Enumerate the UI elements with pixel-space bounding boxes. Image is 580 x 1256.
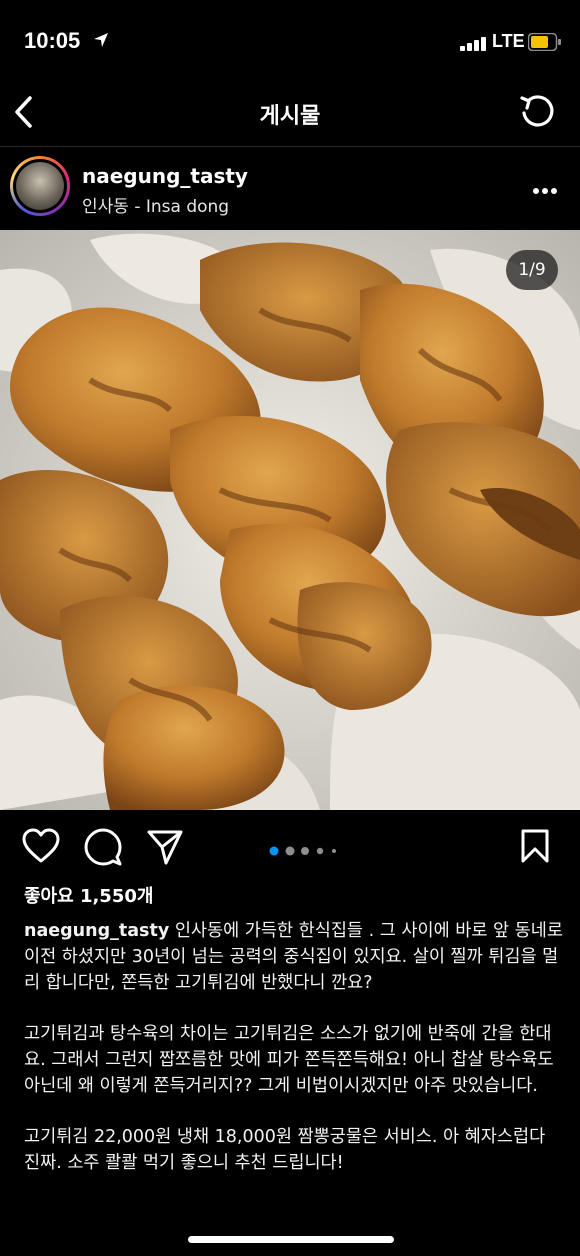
caption-username[interactable]: naegung_tasty <box>24 921 169 941</box>
avatar[interactable] <box>10 156 70 216</box>
home-indicator[interactable] <box>188 1236 394 1243</box>
comment-icon[interactable] <box>84 828 122 870</box>
navigation-bar: 게시물 <box>0 80 580 144</box>
status-time: 10:05 <box>24 28 81 53</box>
signal-bars-icon <box>460 36 488 55</box>
location-arrow-icon <box>92 31 110 53</box>
status-bar: 10:05 LTE <box>0 0 580 80</box>
bookmark-icon[interactable] <box>520 828 550 868</box>
image-counter: 1/9 <box>506 250 558 290</box>
caption-paragraph: 고기튀김 22,000원 냉채 18,000원 짬뽕궁물은 서비스. 아 혜자스… <box>24 1127 551 1173</box>
page-title: 게시물 <box>259 104 321 129</box>
refresh-icon[interactable] <box>518 92 556 134</box>
post-username[interactable]: naegung_tasty <box>82 164 248 188</box>
post-caption: naegung_tasty 인사동에 가득한 한식집들 . 그 사이에 바로 앞… <box>24 918 564 1201</box>
more-options-icon[interactable] <box>532 180 558 199</box>
post-header: naegung_tasty 인사동 - Insa dong <box>0 150 580 226</box>
battery-icon <box>527 32 562 55</box>
header-divider <box>0 146 580 147</box>
share-icon[interactable] <box>146 828 184 870</box>
caption-paragraph: 고기튀김과 탕수육의 차이는 고기튀김은 소스가 없기에 반죽에 간을 한대요.… <box>24 1024 560 1096</box>
heart-icon[interactable] <box>22 828 60 868</box>
post-location[interactable]: 인사동 - Insa dong <box>82 192 229 217</box>
likes-count[interactable]: 좋아요 1,550개 <box>24 882 153 908</box>
carousel-dots <box>266 841 346 860</box>
post-photo[interactable] <box>0 230 580 810</box>
network-type: LTE <box>492 31 525 51</box>
